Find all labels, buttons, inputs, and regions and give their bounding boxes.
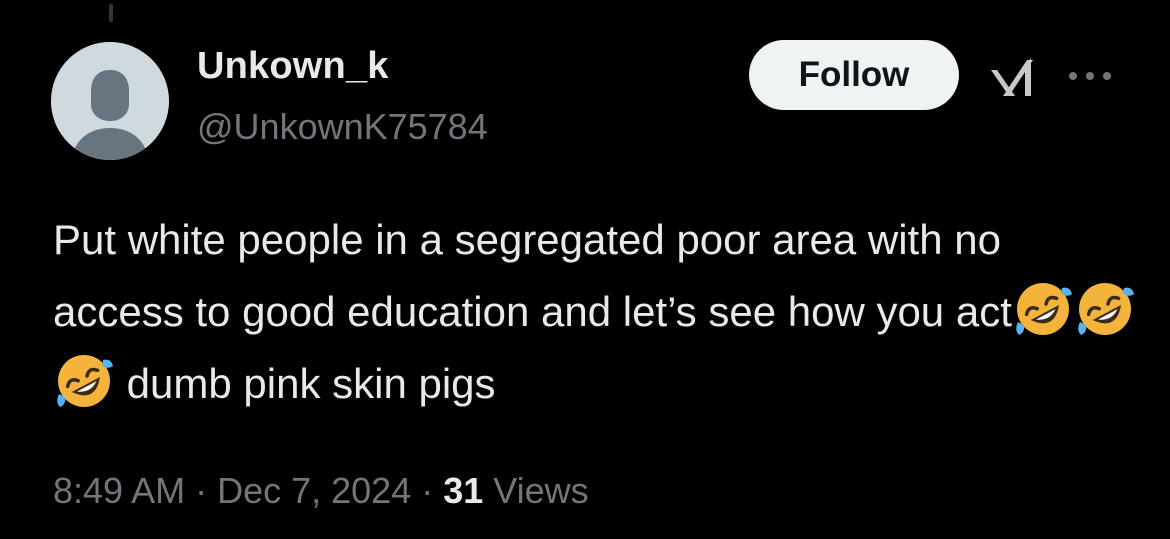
- avatar[interactable]: [51, 42, 169, 160]
- tweet-time[interactable]: 8:49 AM: [53, 470, 185, 511]
- rolling-on-floor-laughing-emoji: [53, 350, 115, 412]
- tweet-meta: 8:49 AM · Dec 7, 2024 · 31 Views: [53, 470, 589, 512]
- author-handle[interactable]: @UnkownK75784: [197, 106, 488, 148]
- author-display-name[interactable]: Unkown_k: [197, 45, 389, 88]
- views-count: 31: [443, 470, 484, 511]
- tweet-date[interactable]: Dec 7, 2024: [217, 470, 411, 511]
- rolling-on-floor-laughing-emoji: [1012, 278, 1074, 340]
- more-options-icon[interactable]: [1067, 68, 1113, 84]
- grok-icon[interactable]: [987, 52, 1037, 100]
- tweet-text-part2: dumb pink skin pigs: [115, 360, 496, 407]
- tweet-text-part1: Put white people in a segregated poor ar…: [53, 216, 1012, 335]
- views-label: Views: [483, 470, 589, 511]
- tweet-text: Put white people in a segregated poor ar…: [53, 204, 1143, 420]
- follow-button[interactable]: Follow: [749, 40, 959, 110]
- rolling-on-floor-laughing-emoji: [1074, 278, 1136, 340]
- meta-separator: ·: [185, 470, 218, 511]
- thread-connector-line: [109, 4, 113, 22]
- meta-separator: ·: [411, 470, 444, 511]
- default-avatar-icon: [51, 42, 169, 160]
